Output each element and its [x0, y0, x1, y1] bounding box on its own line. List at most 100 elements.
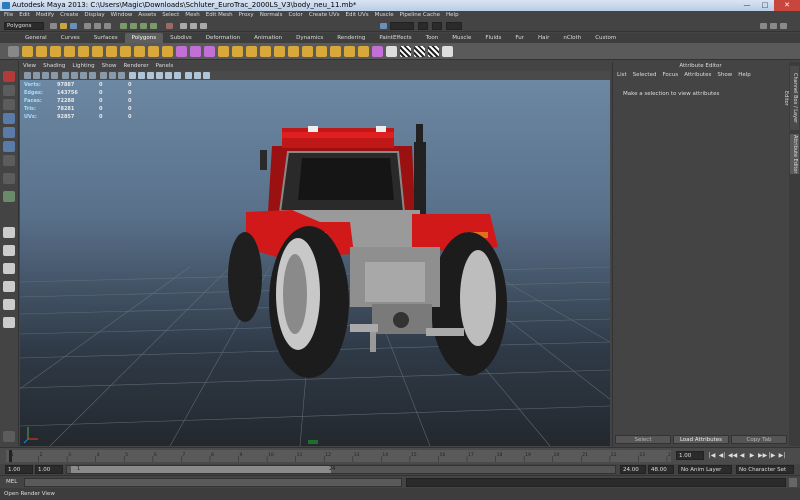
input-field[interactable] [390, 22, 414, 30]
select-component-icon[interactable] [104, 23, 111, 29]
channel-box-icon[interactable] [760, 23, 767, 29]
tab-rendering[interactable]: Rendering [330, 33, 372, 43]
script-editor-icon[interactable] [789, 478, 797, 487]
checker-map-icon[interactable] [400, 46, 411, 57]
automatic-map-icon[interactable] [442, 46, 453, 57]
layout-graph-icon[interactable] [3, 281, 15, 292]
smooth-icon[interactable] [218, 46, 229, 57]
input-mode-icon[interactable] [380, 23, 387, 29]
ae-menu-attributes[interactable]: Attributes [684, 71, 711, 80]
tab-polygons[interactable]: Polygons [124, 33, 164, 43]
range-bar[interactable]: 1 24 [66, 465, 616, 474]
character-set-select[interactable]: No Character Set [736, 465, 794, 474]
tab-channel-box[interactable]: Channel Box / Layer Editor [783, 66, 799, 130]
tab-painteffects[interactable]: PaintEffects [372, 33, 418, 43]
split-polygon-icon[interactable] [316, 46, 327, 57]
reduce-icon[interactable] [232, 46, 243, 57]
tab-hair[interactable]: Hair [531, 33, 556, 43]
step-back-icon[interactable]: ◀| [718, 452, 726, 460]
offset-edge-loop-icon[interactable] [344, 46, 355, 57]
boolean-icon[interactable] [204, 46, 215, 57]
open-scene-icon[interactable] [60, 23, 67, 29]
tool-settings-icon[interactable] [780, 23, 787, 29]
uv-editor-icon[interactable] [386, 46, 397, 57]
mirror-icon[interactable] [246, 46, 257, 57]
range-handle[interactable] [71, 466, 331, 473]
scale-tool-icon[interactable] [3, 141, 15, 152]
go-to-start-icon[interactable]: |◀ [708, 452, 716, 460]
snap-plane-icon[interactable] [150, 23, 157, 29]
snap-grid-icon[interactable] [120, 23, 127, 29]
menu-pipeline-cache[interactable]: Pipeline Cache [400, 11, 440, 20]
y-field[interactable] [432, 22, 442, 30]
ae-menu-selected[interactable]: Selected [633, 71, 657, 80]
menu-edit-uvs[interactable]: Edit UVs [346, 11, 369, 20]
new-scene-icon[interactable] [50, 23, 57, 29]
tab-muscle[interactable]: Muscle [445, 33, 478, 43]
poly-pipe-icon[interactable] [134, 46, 145, 57]
spherical-map-icon[interactable] [428, 46, 439, 57]
layout-outliner-icon[interactable] [3, 263, 15, 274]
menu-set-select[interactable]: Polygons [4, 22, 44, 30]
tab-animation[interactable]: Animation [247, 33, 289, 43]
fill-hole-icon[interactable] [302, 46, 313, 57]
menu-color[interactable]: Color [288, 11, 302, 20]
playback-end-field[interactable]: 24.00 [620, 465, 646, 474]
combine-icon[interactable] [176, 46, 187, 57]
menu-create[interactable]: Create [60, 11, 78, 20]
history-icon[interactable] [166, 23, 173, 29]
end-time-field[interactable]: 48.00 [648, 465, 674, 474]
start-time-field[interactable]: 1.00 [5, 465, 33, 474]
ae-copy-tab-button[interactable]: Copy Tab [731, 435, 787, 444]
play-backwards-icon[interactable]: ◀ [738, 452, 746, 460]
toolbox-settings-icon[interactable] [3, 431, 15, 442]
poly-cylinder-icon[interactable] [50, 46, 61, 57]
menu-edit-mesh[interactable]: Edit Mesh [206, 11, 233, 20]
layout-single-icon[interactable] [3, 191, 15, 202]
save-scene-icon[interactable] [70, 23, 77, 29]
command-input[interactable] [24, 478, 402, 487]
close-button[interactable]: ✕ [774, 0, 800, 11]
move-tool-icon[interactable] [3, 113, 15, 124]
select-tool-icon[interactable] [3, 71, 15, 82]
render-settings-icon[interactable] [200, 23, 207, 29]
menu-muscle[interactable]: Muscle [375, 11, 394, 20]
ae-menu-help[interactable]: Help [738, 71, 751, 80]
ae-select-button[interactable]: Select [615, 435, 671, 444]
planar-mapping-icon[interactable] [372, 46, 383, 57]
select-hierarchy-icon[interactable] [84, 23, 91, 29]
last-tool-icon[interactable] [3, 173, 15, 184]
menu-help[interactable]: Help [446, 11, 459, 20]
tab-surfaces[interactable]: Surfaces [87, 33, 125, 43]
attribute-editor-icon[interactable] [770, 23, 777, 29]
poly-helix-icon[interactable] [148, 46, 159, 57]
maximize-button[interactable]: □ [756, 0, 774, 11]
layout-render-icon[interactable] [3, 317, 15, 328]
menu-select[interactable]: Select [162, 11, 179, 20]
tab-curves[interactable]: Curves [54, 33, 87, 43]
append-polygon-icon[interactable] [288, 46, 299, 57]
minimize-button[interactable]: — [738, 0, 756, 11]
menu-create-uvs[interactable]: Create UVs [309, 11, 340, 20]
cylindrical-map-icon[interactable] [414, 46, 425, 57]
ae-menu-focus[interactable]: Focus [662, 71, 678, 80]
lasso-tool-icon[interactable] [3, 85, 15, 96]
layout-hypershade-icon[interactable] [3, 299, 15, 310]
snap-curve-icon[interactable] [130, 23, 137, 29]
poly-torus-icon[interactable] [92, 46, 103, 57]
menu-display[interactable]: Display [84, 11, 104, 20]
tab-dynamics[interactable]: Dynamics [289, 33, 330, 43]
ae-load-attributes-button[interactable]: Load Attributes [673, 435, 729, 444]
poly-soccer-ball-icon[interactable] [162, 46, 173, 57]
poly-pyramid-icon[interactable] [120, 46, 131, 57]
current-frame-field[interactable]: 1.00 [676, 451, 704, 460]
x-field[interactable] [418, 22, 428, 30]
tab-attribute-editor[interactable]: Attribute Editor [790, 134, 799, 174]
manipulator-tool-icon[interactable] [3, 155, 15, 166]
step-forward-icon[interactable]: |▶ [768, 452, 776, 460]
menu-modify[interactable]: Modify [36, 11, 54, 20]
poly-prism-icon[interactable] [106, 46, 117, 57]
poly-plane-icon[interactable] [78, 46, 89, 57]
ae-menu-show[interactable]: Show [717, 71, 732, 80]
menu-window[interactable]: Window [111, 11, 133, 20]
